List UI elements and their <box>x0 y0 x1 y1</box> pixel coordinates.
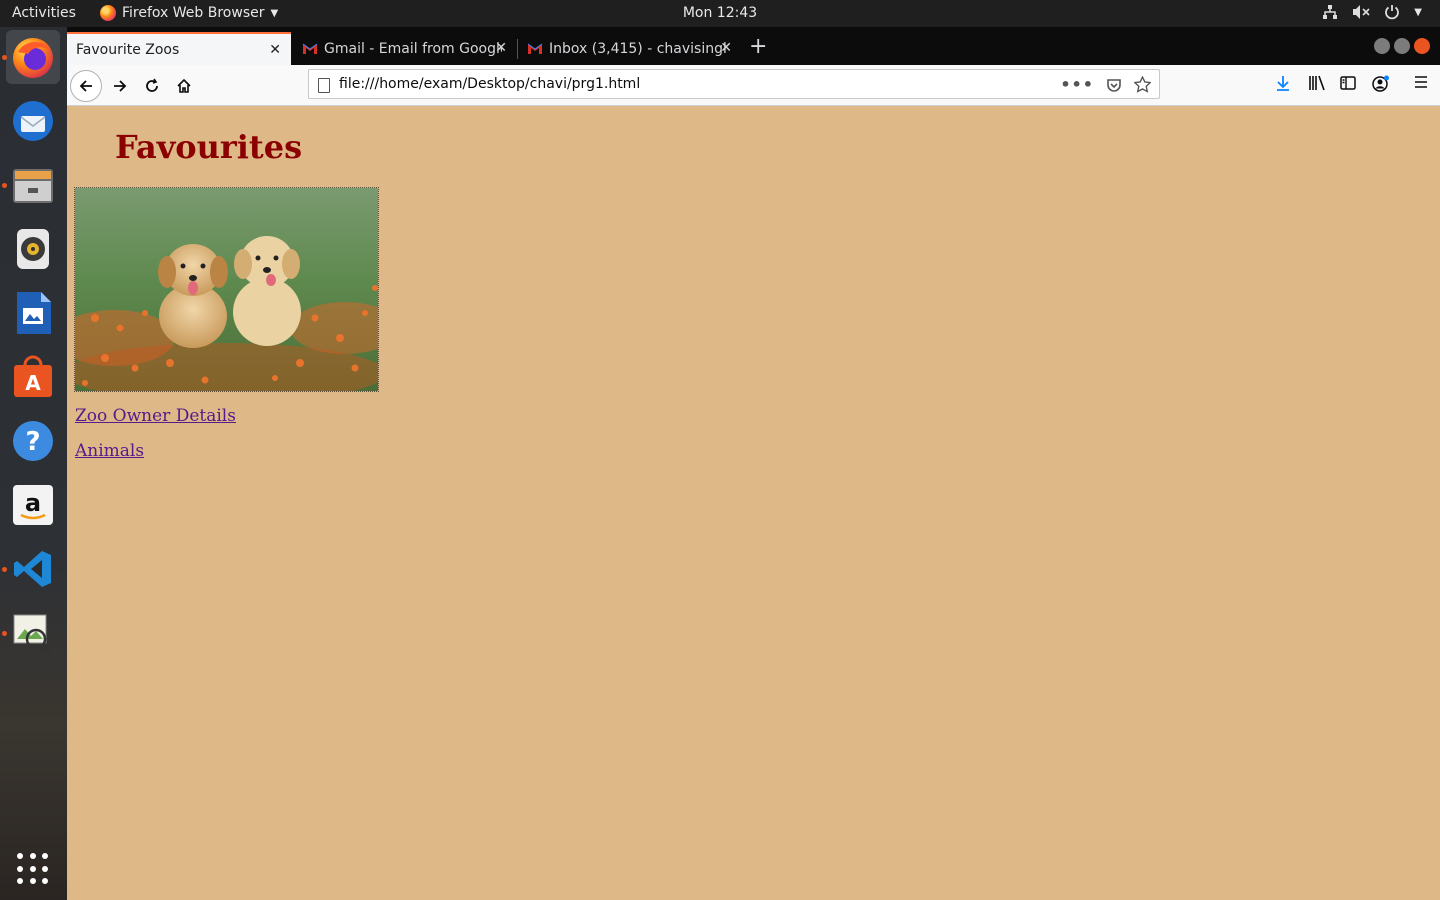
dock-image-viewer[interactable] <box>6 606 60 660</box>
firefox-icon <box>13 38 53 78</box>
thunderbird-icon <box>13 101 53 141</box>
navigation-toolbar: file:///home/exam/Desktop/chavi/prg1.htm… <box>67 65 1440 106</box>
dock-firefox[interactable] <box>6 30 60 84</box>
page-icon <box>318 78 330 93</box>
gmail-icon <box>527 43 543 54</box>
dock-vscode[interactable] <box>6 542 60 596</box>
files-icon <box>13 169 53 203</box>
download-icon <box>1277 76 1289 91</box>
address-bar[interactable]: file:///home/exam/Desktop/chavi/prg1.htm… <box>308 69 1160 99</box>
tab-title: Favourite Zoos <box>76 41 180 58</box>
pocket-icon[interactable] <box>1106 77 1122 93</box>
sidebar-icon <box>1340 76 1356 90</box>
top-bar: Activities Firefox Web Browser ▼ Mon 12:… <box>0 0 1440 27</box>
close-tab-icon[interactable]: ✕ <box>269 42 281 58</box>
url-text[interactable]: file:///home/exam/Desktop/chavi/prg1.htm… <box>339 76 640 92</box>
firefox-window: Favourite Zoos ✕ Gmail - Email from Goog… <box>67 27 1440 900</box>
dock-files[interactable] <box>6 158 60 212</box>
hamburger-menu-icon <box>1415 76 1427 88</box>
library-button[interactable] <box>1308 75 1326 91</box>
close-tab-icon[interactable]: ✕ <box>720 40 732 56</box>
svg-text:?: ? <box>25 427 40 457</box>
dock-software[interactable]: A <box>6 350 60 404</box>
dock-help[interactable]: ? <box>6 414 60 468</box>
running-indicator <box>2 55 7 60</box>
home-button[interactable] <box>169 71 199 101</box>
running-indicator <box>2 567 7 572</box>
forward-arrow-icon <box>114 80 127 92</box>
tab-title: Inbox (3,415) - chavisingh <box>549 40 727 57</box>
show-applications-button[interactable] <box>17 853 49 885</box>
writer-icon <box>17 292 51 334</box>
amazon-icon: a <box>13 485 53 525</box>
page-content: Favourites Zoo Owner Details Animals <box>67 106 1440 900</box>
volume-muted-icon <box>1353 5 1370 19</box>
gmail-icon <box>302 43 318 54</box>
sidebar-button[interactable] <box>1340 75 1356 91</box>
rhythmbox-icon <box>17 229 49 269</box>
minimize-icon[interactable] <box>1374 38 1390 54</box>
running-indicator <box>2 631 7 636</box>
image-viewer-icon <box>13 614 52 655</box>
reload-icon <box>146 78 158 92</box>
software-center-icon: A <box>14 355 52 397</box>
page-actions-icon[interactable]: ••• <box>1060 75 1094 94</box>
tab-gmail[interactable]: Gmail - Email from Google ✕ <box>293 32 517 65</box>
forward-button[interactable] <box>105 71 135 101</box>
downloads-button[interactable] <box>1275 75 1291 91</box>
maximize-icon[interactable] <box>1394 38 1410 54</box>
tab-favourite-zoos[interactable]: Favourite Zoos ✕ <box>67 32 291 65</box>
url-actions: ••• <box>1060 75 1151 94</box>
close-tab-icon[interactable]: ✕ <box>495 40 507 56</box>
library-icon <box>1309 75 1325 91</box>
vscode-icon <box>14 551 51 587</box>
account-button[interactable] <box>1372 75 1390 93</box>
running-indicator <box>2 183 7 188</box>
zoo-owner-details-link[interactable]: Zoo Owner Details <box>75 406 236 426</box>
page-heading: Favourites <box>115 128 303 166</box>
dock-amazon[interactable]: a <box>6 478 60 532</box>
tray-chevron-down-icon: ▼ <box>1414 6 1422 18</box>
close-window-icon[interactable] <box>1414 38 1430 54</box>
tab-inbox[interactable]: Inbox (3,415) - chavisingh ✕ <box>518 32 742 65</box>
dock-thunderbird[interactable] <box>6 94 60 148</box>
menu-button[interactable] <box>1413 75 1429 89</box>
back-arrow-icon <box>79 80 92 92</box>
help-icon: ? <box>13 421 53 461</box>
clock[interactable]: Mon 12:43 <box>0 5 1440 21</box>
dock-writer[interactable] <box>6 286 60 340</box>
svg-text:a: a <box>25 489 41 517</box>
home-icon <box>177 78 191 93</box>
back-button[interactable] <box>70 70 102 102</box>
power-icon <box>1385 5 1400 20</box>
account-icon <box>1372 75 1389 92</box>
dock-rhythmbox[interactable] <box>6 222 60 276</box>
svg-text:A: A <box>25 371 41 395</box>
puppies-image[interactable] <box>74 187 379 392</box>
network-icon <box>1323 5 1338 19</box>
tab-title: Gmail - Email from Google <box>324 40 502 57</box>
tab-bar: Favourite Zoos ✕ Gmail - Email from Goog… <box>67 27 1440 65</box>
golden-retriever-puppies-photo <box>75 188 378 391</box>
new-tab-icon[interactable]: + <box>749 36 767 58</box>
system-tray[interactable]: ▼ <box>1322 4 1422 20</box>
reload-button[interactable] <box>137 71 167 101</box>
bookmark-star-icon[interactable] <box>1134 76 1151 93</box>
animals-link[interactable]: Animals <box>75 441 144 461</box>
dock: A ? a <box>0 27 67 900</box>
